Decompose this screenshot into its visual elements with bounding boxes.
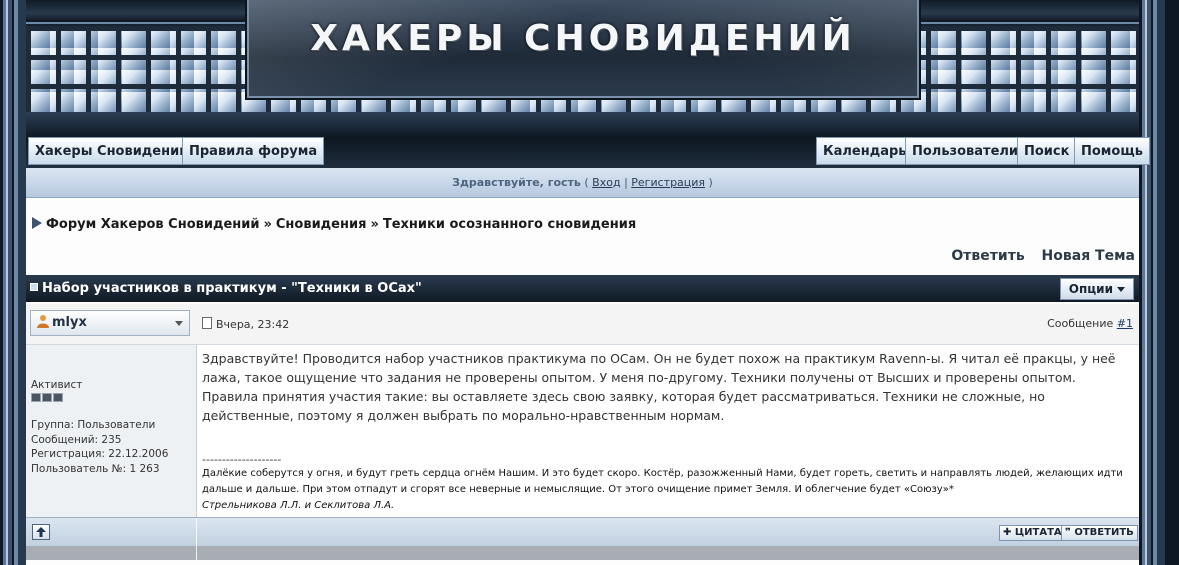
signature-separator: -------------------- <box>202 453 282 466</box>
user-bar: Здравствуйте, гость ( Вход | Регистрация… <box>26 168 1139 198</box>
nav-home-button[interactable]: Хакеры Сновидений <box>28 137 196 165</box>
post-reply-label: ОТВЕТИТЬ <box>1074 527 1134 538</box>
user-number: Пользователь №: 1 263 <box>31 462 160 475</box>
breadcrumb-subforum[interactable]: Техники осознанного сновидения <box>383 217 636 232</box>
topic-square-icon <box>30 283 38 291</box>
nav-help-button[interactable]: Помощь <box>1074 137 1150 165</box>
quote-button[interactable]: ✚ ЦИТАТА <box>999 525 1066 541</box>
options-button[interactable]: Опции <box>1059 278 1134 300</box>
paren-open: ( <box>584 176 589 189</box>
options-label: Опции <box>1068 282 1113 296</box>
new-topic-button[interactable]: Новая Тема <box>1042 248 1135 264</box>
signature-text: Далёкие соберутся у огня, и будут греть … <box>202 468 1123 495</box>
user-registration-date: Регистрация: 22.12.2006 <box>31 448 169 460</box>
nav-search-button[interactable]: Поиск <box>1017 137 1077 165</box>
site-logo[interactable]: ХАКЕРЫ СНОВИДЕНИЙ <box>247 0 919 98</box>
quote-label: ЦИТАТА <box>1014 527 1062 538</box>
main-nav: Хакеры Сновидений Правила форума Календа… <box>26 137 1150 168</box>
user-icon <box>37 315 49 328</box>
reply-button[interactable]: Ответить <box>951 248 1024 264</box>
signature: Далёкие соберутся у огня, и будут греть … <box>202 466 1127 514</box>
nav-calendar-button[interactable]: Календарь <box>816 137 914 165</box>
right-frame-border <box>1139 0 1179 565</box>
breadcrumb: Форум Хакеров Сновидений» Сновидения» Техн… <box>32 217 636 232</box>
quote-marks-icon: ❞ <box>1065 527 1071 538</box>
signature-author: Стрельникова Л.Л. и Секлитова Л.А. <box>202 500 395 511</box>
post-author-info: Активист Группа: Пользователи Сообщений:… <box>26 345 197 517</box>
document-icon <box>202 317 212 329</box>
left-frame-border <box>0 0 26 565</box>
topic-title: Набор участников в практикум - "Техники … <box>42 281 422 296</box>
plus-icon: ✚ <box>1003 527 1012 538</box>
post-number-link[interactable]: #1 <box>1117 317 1133 330</box>
chevron-down-icon <box>1117 287 1125 292</box>
breadcrumb-separator: » <box>263 217 272 232</box>
post-date: Вчера, 23:42 <box>202 317 289 331</box>
breadcrumb-arrow-icon <box>32 217 42 229</box>
site-header: ХАКЕРЫ СНОВИДЕНИЙ <box>26 0 1139 137</box>
nav-users-button[interactable]: Пользователи <box>905 137 1026 165</box>
post-footer: ✚ ЦИТАТА ❞ ОТВЕТИТЬ <box>26 517 1139 546</box>
topic-title-bar: Набор участников в практикум - "Техники … <box>26 275 1139 302</box>
rank-pip-icon <box>31 393 41 402</box>
author-stats: Группа: Пользователи Сообщений: 235 Реги… <box>31 418 168 476</box>
scroll-top-button[interactable] <box>32 524 50 540</box>
logo-text: ХАКЕРЫ СНОВИДЕНИЙ <box>310 18 856 59</box>
rank-pip-icon <box>42 393 52 402</box>
footer-divider <box>196 518 197 546</box>
post-date-text: Вчера, 23:42 <box>216 318 290 331</box>
post-reply-button[interactable]: ❞ ОТВЕТИТЬ <box>1061 525 1138 541</box>
rank-pips <box>31 393 64 405</box>
user-rank: Активист <box>31 379 83 391</box>
username-dropdown[interactable]: mlyx <box>30 310 190 336</box>
page-wrapper: ХАКЕРЫ СНОВИДЕНИЙ Хакеры Сновидений Прав… <box>26 0 1150 565</box>
user-group: Группа: Пользователи <box>31 419 156 431</box>
header-bottom-strip <box>26 112 1139 137</box>
post-number: Сообщение #1 <box>1047 317 1133 330</box>
post-text: Здравствуйте! Проводится набор участнико… <box>202 351 1116 423</box>
post-header: mlyx Вчера, 23:42 Сообщение #1 <box>26 304 1139 345</box>
paren-close: ) <box>708 176 713 189</box>
chevron-down-icon <box>175 321 183 326</box>
breadcrumb-separator: » <box>370 217 379 232</box>
username: mlyx <box>52 315 87 330</box>
login-link[interactable]: Вход <box>592 176 620 189</box>
userbar-separator: | <box>624 176 628 189</box>
main-content: Форум Хакеров Сновидений» Сновидения» Техн… <box>26 198 1139 565</box>
user-posts-count: Сообщений: 235 <box>31 433 122 446</box>
register-link[interactable]: Регистрация <box>631 176 705 189</box>
rank-pip-icon <box>53 393 63 402</box>
separator-divider <box>196 546 197 560</box>
post-number-label: Сообщение <box>1047 317 1114 330</box>
guest-greeting: Здравствуйте, гость <box>452 176 581 189</box>
post-separator-bar <box>26 546 1139 560</box>
breadcrumb-section[interactable]: Сновидения <box>276 217 367 232</box>
arrow-up-icon <box>36 527 46 537</box>
topic-actions: Ответить Новая Тема <box>939 248 1135 264</box>
nav-rules-button[interactable]: Правила форума <box>182 137 325 165</box>
breadcrumb-forum[interactable]: Форум Хакеров Сновидений <box>46 217 259 232</box>
post-body: Здравствуйте! Проводится набор участнико… <box>197 345 1139 517</box>
